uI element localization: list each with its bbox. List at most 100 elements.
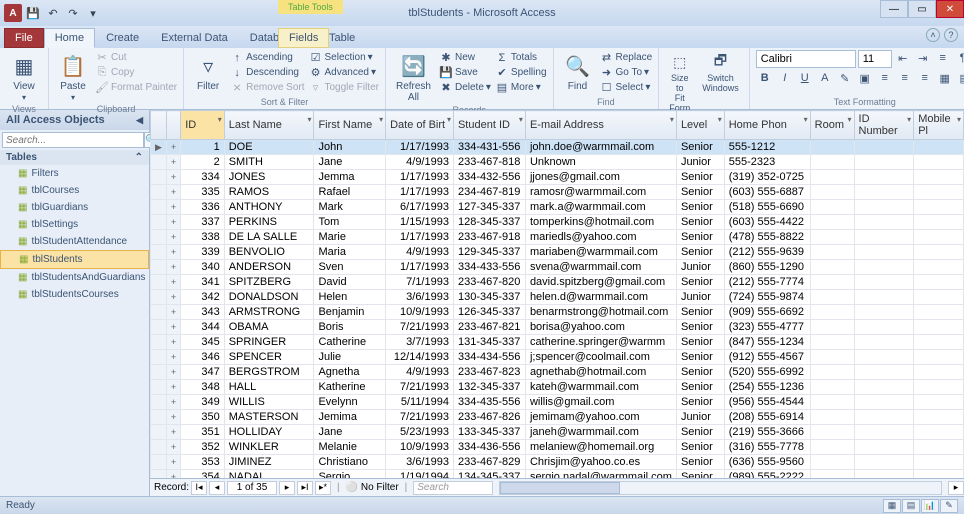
cell[interactable]: Julie bbox=[314, 350, 386, 365]
align-center-icon[interactable]: ≡ bbox=[896, 70, 914, 86]
cell[interactable]: 334-432-556 bbox=[453, 170, 525, 185]
cut-button[interactable]: ✂Cut bbox=[95, 50, 177, 65]
expand-icon[interactable]: + bbox=[166, 155, 180, 170]
cell[interactable]: mariaben@warmmail.com bbox=[525, 245, 676, 260]
close-button[interactable]: ✕ bbox=[936, 0, 964, 18]
cell[interactable]: mariedls@yahoo.com bbox=[525, 230, 676, 245]
cell[interactable]: Christiano bbox=[314, 455, 386, 470]
cell[interactable]: 353 bbox=[181, 455, 225, 470]
minimize-ribbon-icon[interactable]: ˄ bbox=[926, 28, 940, 42]
column-header[interactable]: ID Number▾ bbox=[854, 111, 914, 140]
expand-icon[interactable]: + bbox=[166, 140, 180, 155]
cell[interactable]: Jane bbox=[314, 425, 386, 440]
table-row[interactable]: +341SPITZBERGDavid7/1/1993233-467-820dav… bbox=[151, 275, 964, 290]
cell[interactable]: (323) 555-4777 bbox=[724, 320, 810, 335]
row-selector[interactable] bbox=[151, 365, 167, 380]
dropdown-icon[interactable]: ▾ bbox=[379, 115, 383, 124]
cell[interactable]: 342 bbox=[181, 290, 225, 305]
cell[interactable]: borisa@yahoo.com bbox=[525, 320, 676, 335]
cell[interactable]: (478) 555-8822 bbox=[724, 230, 810, 245]
delete-button[interactable]: ✖Delete ▾ bbox=[439, 80, 491, 95]
cell[interactable]: (724) 555-9874 bbox=[724, 290, 810, 305]
cell[interactable]: 4/9/1993 bbox=[386, 245, 454, 260]
nav-item-tblstudents[interactable]: ▦tblStudents bbox=[0, 250, 149, 269]
cell[interactable]: ARMSTRONG bbox=[224, 305, 314, 320]
cell[interactable]: Agnetha bbox=[314, 365, 386, 380]
cell[interactable]: Mark bbox=[314, 200, 386, 215]
alt-row-icon[interactable]: ▤ bbox=[956, 70, 964, 86]
descending-button[interactable]: ↓Descending bbox=[230, 65, 304, 80]
column-header[interactable]: First Name▾ bbox=[314, 111, 386, 140]
cell[interactable]: SMITH bbox=[224, 155, 314, 170]
selection-button[interactable]: ☑Selection ▾ bbox=[309, 50, 379, 65]
nav-item-tblsettings[interactable]: ▦tblSettings bbox=[0, 216, 149, 233]
qat-save-icon[interactable]: 💾 bbox=[24, 4, 42, 22]
cell[interactable]: kateh@warmmail.com bbox=[525, 380, 676, 395]
cell[interactable]: (912) 555-4567 bbox=[724, 350, 810, 365]
gridlines-icon[interactable]: ▦ bbox=[936, 70, 954, 86]
dropdown-icon[interactable]: ▾ bbox=[848, 115, 852, 124]
cell[interactable]: 4/9/1993 bbox=[386, 155, 454, 170]
dropdown-icon[interactable]: ▾ bbox=[907, 115, 911, 124]
table-row[interactable]: +334JONESJemma1/17/1993334-432-556jjones… bbox=[151, 170, 964, 185]
table-row[interactable]: +342DONALDSONHelen3/6/1993130-345-337hel… bbox=[151, 290, 964, 305]
cell[interactable]: Sven bbox=[314, 260, 386, 275]
cell[interactable]: mark.a@warmmail.com bbox=[525, 200, 676, 215]
nav-item-filters[interactable]: ▦Filters bbox=[0, 165, 149, 182]
table-row[interactable]: +351HOLLIDAYJane5/23/1993133-345-337jane… bbox=[151, 425, 964, 440]
dropdown-icon[interactable]: ▾ bbox=[804, 115, 808, 124]
cell[interactable]: Senior bbox=[676, 305, 724, 320]
table-row[interactable]: +353JIMINEZChristiano3/6/1993233-467-829… bbox=[151, 455, 964, 470]
table-row[interactable]: +344OBAMABoris7/21/1993233-467-821borisa… bbox=[151, 320, 964, 335]
nav-search-input[interactable] bbox=[2, 132, 144, 148]
cell[interactable]: (219) 555-3666 bbox=[724, 425, 810, 440]
datasheet-view-button[interactable]: ▦ bbox=[883, 499, 901, 513]
cell[interactable]: 341 bbox=[181, 275, 225, 290]
table-row[interactable]: +352WINKLERMelanie10/9/1993334-436-556me… bbox=[151, 440, 964, 455]
dropdown-icon[interactable]: ▾ bbox=[447, 115, 451, 124]
new-record-button[interactable]: ▸* bbox=[315, 481, 331, 495]
nav-item-tblstudentsandguardians[interactable]: ▦tblStudentsAndGuardians bbox=[0, 269, 149, 286]
cell[interactable]: JONES bbox=[224, 170, 314, 185]
remove-sort-button[interactable]: ⨯Remove Sort bbox=[230, 80, 304, 95]
cell[interactable]: 5/23/1993 bbox=[386, 425, 454, 440]
expand-icon[interactable]: + bbox=[166, 230, 180, 245]
table-row[interactable]: +350MASTERSONJemima7/21/1993233-467-826j… bbox=[151, 410, 964, 425]
expand-icon[interactable]: + bbox=[166, 365, 180, 380]
column-header[interactable]: Room▾ bbox=[810, 111, 854, 140]
row-selector[interactable] bbox=[151, 425, 167, 440]
cell[interactable]: Boris bbox=[314, 320, 386, 335]
cell[interactable]: DONALDSON bbox=[224, 290, 314, 305]
row-selector[interactable] bbox=[151, 200, 167, 215]
table-row[interactable]: +337PERKINSTom1/15/1993128-345-337tomper… bbox=[151, 215, 964, 230]
record-search[interactable]: Search bbox=[413, 481, 493, 495]
cell[interactable]: 345 bbox=[181, 335, 225, 350]
cell[interactable]: Chrisjim@yahoo.co.es bbox=[525, 455, 676, 470]
expand-icon[interactable]: + bbox=[166, 350, 180, 365]
font-color-icon[interactable]: A bbox=[816, 70, 834, 86]
cell[interactable]: agnethab@hotmail.com bbox=[525, 365, 676, 380]
expand-icon[interactable]: + bbox=[166, 470, 180, 479]
cell[interactable]: Senior bbox=[676, 335, 724, 350]
cell[interactable]: 6/17/1993 bbox=[386, 200, 454, 215]
cell[interactable]: 1/17/1993 bbox=[386, 140, 454, 155]
cell[interactable]: (254) 555-1236 bbox=[724, 380, 810, 395]
cell[interactable]: 4/9/1993 bbox=[386, 365, 454, 380]
indent-decrease-icon[interactable]: ⇤ bbox=[894, 50, 912, 66]
cell[interactable]: Jemima bbox=[314, 410, 386, 425]
cell[interactable]: 233-467-821 bbox=[453, 320, 525, 335]
italic-button[interactable]: I bbox=[776, 70, 794, 86]
font-size-select[interactable] bbox=[858, 50, 892, 68]
cell[interactable]: ANDERSON bbox=[224, 260, 314, 275]
cell[interactable]: 3/7/1993 bbox=[386, 335, 454, 350]
row-selector[interactable] bbox=[151, 320, 167, 335]
tab-table[interactable]: Table bbox=[318, 28, 366, 48]
cell[interactable]: Junior bbox=[676, 155, 724, 170]
cell[interactable]: 340 bbox=[181, 260, 225, 275]
cell[interactable]: Melanie bbox=[314, 440, 386, 455]
row-selector[interactable] bbox=[151, 335, 167, 350]
bullets-icon[interactable]: ≡ bbox=[934, 50, 952, 66]
column-header[interactable]: Last Name▾ bbox=[224, 111, 314, 140]
dropdown-icon[interactable]: ▾ bbox=[957, 115, 961, 124]
view-button[interactable]: ▦View▾ bbox=[6, 50, 42, 104]
